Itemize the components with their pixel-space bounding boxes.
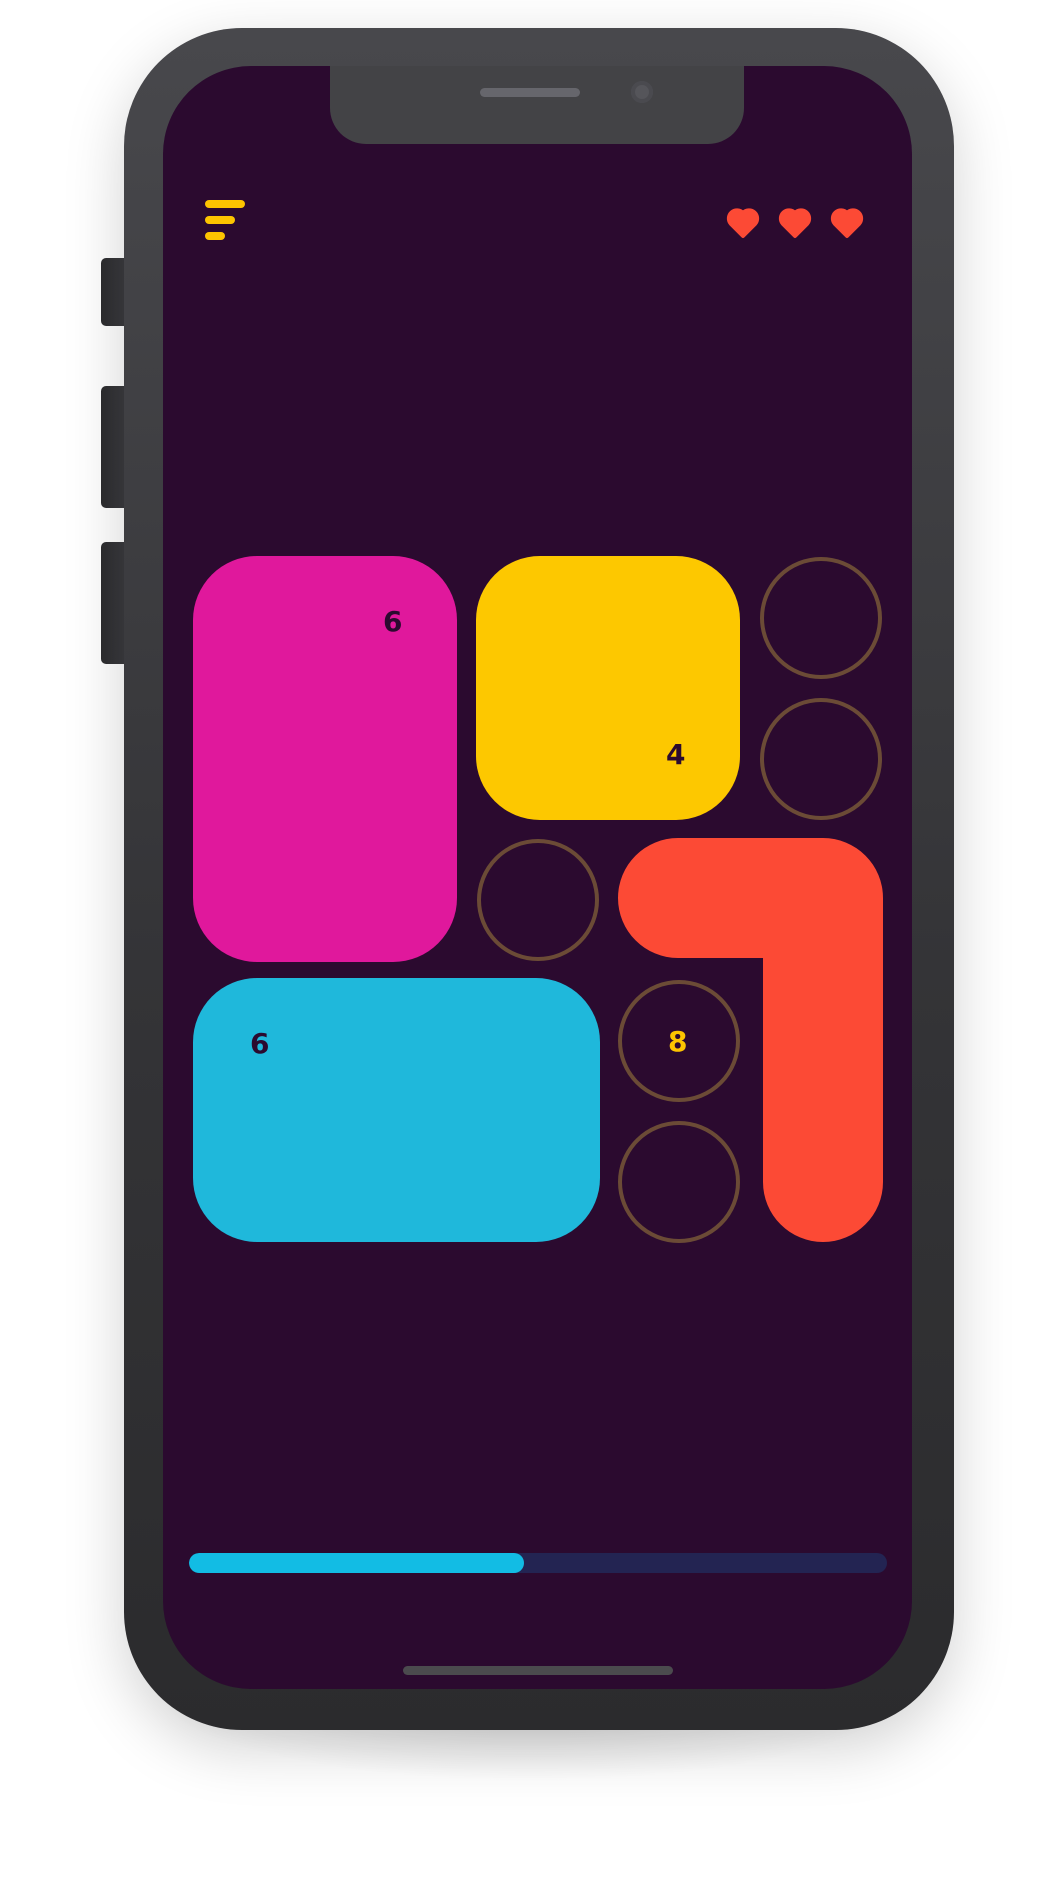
empty-slot[interactable]	[477, 839, 599, 961]
numbered-slot[interactable]: 8	[618, 980, 740, 1102]
puzzle-board: 6 4 6 8	[193, 556, 883, 1246]
menu-icon-line	[205, 200, 245, 208]
cyan-block[interactable]: 6	[193, 978, 600, 1242]
speaker-grille	[480, 88, 580, 97]
level-progress-bar	[189, 1553, 887, 1573]
home-indicator[interactable]	[403, 1666, 673, 1675]
block-number: 6	[383, 605, 403, 638]
menu-icon-line	[205, 232, 225, 240]
heart-icon	[827, 202, 867, 242]
yellow-block[interactable]: 4	[476, 556, 740, 820]
level-progress-fill	[189, 1553, 525, 1573]
front-camera	[631, 81, 653, 103]
game-screen: 6 4 6 8	[163, 66, 912, 1689]
slot-number: 8	[668, 1025, 688, 1058]
heart-icon	[723, 202, 763, 242]
block-number: 4	[666, 738, 686, 771]
empty-slot[interactable]	[618, 1121, 740, 1243]
menu-icon[interactable]	[203, 200, 253, 250]
block-number: 6	[250, 1027, 270, 1060]
menu-icon-line	[205, 216, 235, 224]
empty-slot[interactable]	[760, 698, 882, 820]
empty-slot[interactable]	[760, 557, 882, 679]
lives-indicator	[723, 202, 883, 242]
notch	[330, 66, 744, 144]
device-mockup: 6 4 6 8	[0, 0, 1053, 1903]
magenta-block[interactable]: 6	[193, 556, 457, 962]
heart-icon	[775, 202, 815, 242]
